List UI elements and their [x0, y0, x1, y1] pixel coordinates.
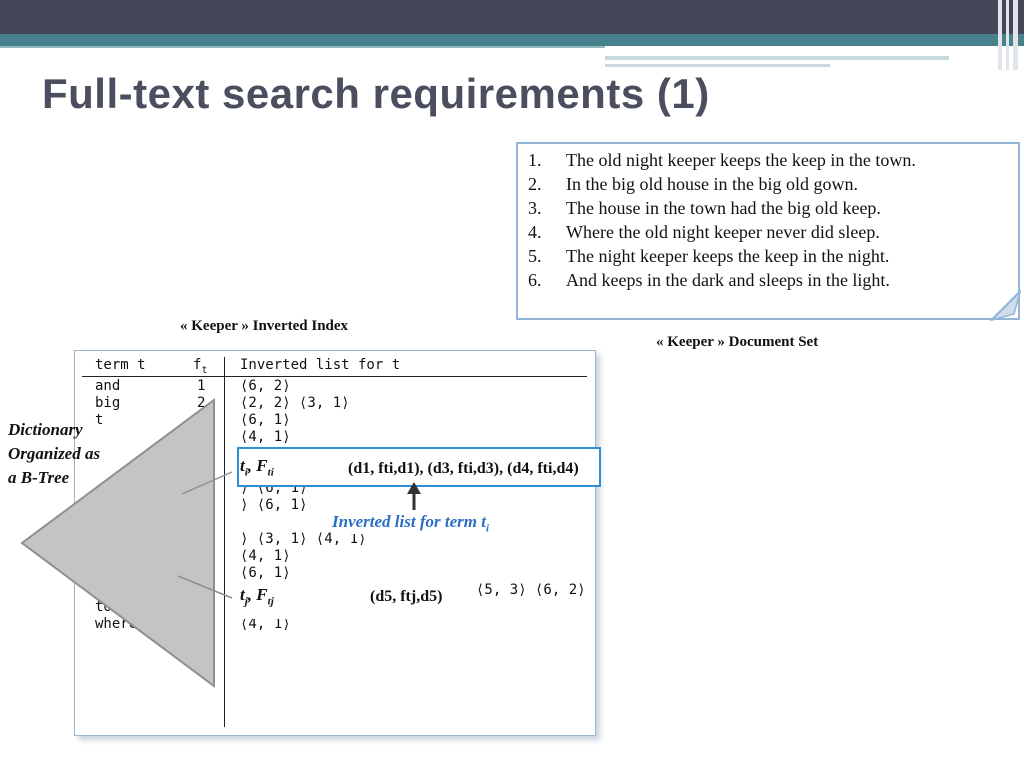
dictionary-label-line: Organized as [8, 444, 101, 463]
term-j-label: tj, Ftj [240, 585, 274, 608]
dictionary-label: Dictionary Organized as a B-Tree [8, 418, 100, 490]
dictionary-label-line: a B-Tree [8, 468, 70, 487]
dictionary-label-line: Dictionary [8, 420, 83, 439]
up-arrow-icon [407, 482, 421, 510]
inverted-list-for-term-label: Inverted list for term ti [332, 512, 494, 535]
postings-j: (d5, ftj,d5) [370, 588, 443, 605]
